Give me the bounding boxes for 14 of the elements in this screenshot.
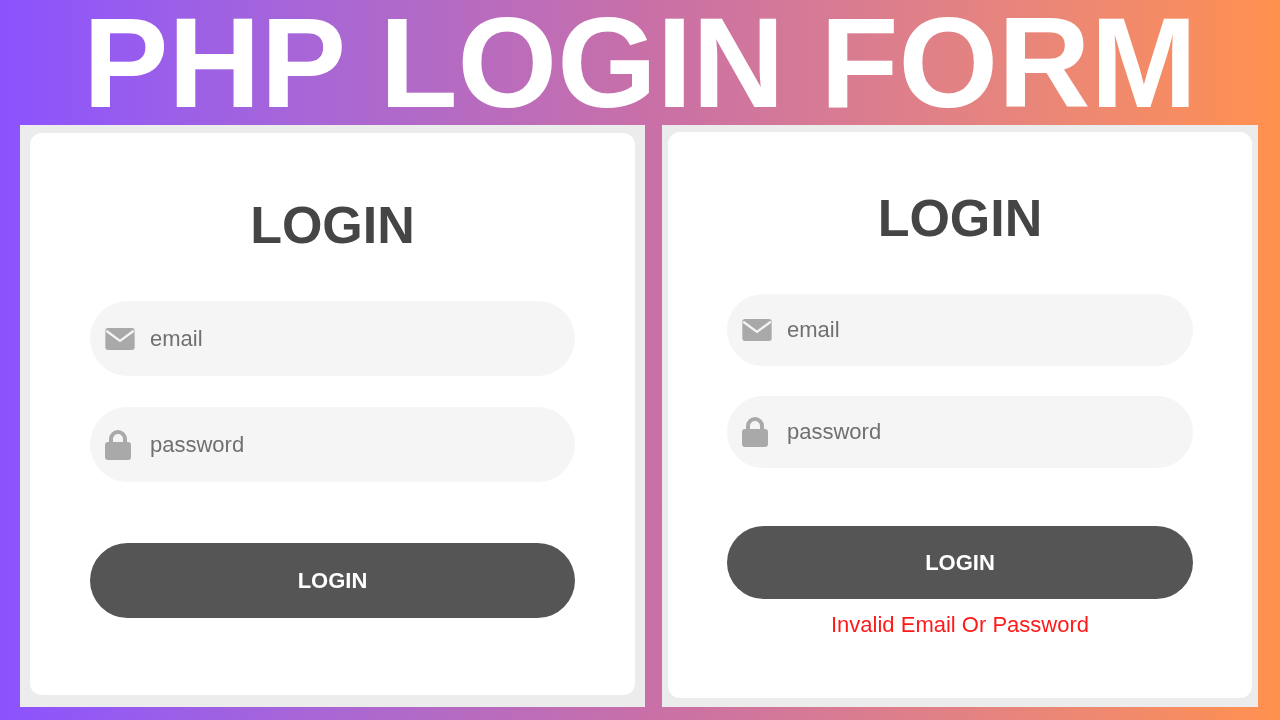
envelope-icon [742,319,772,341]
page-title: PHP LOGIN FORM [82,0,1198,125]
padlock-icon [105,429,131,460]
password-field[interactable]: password [727,396,1193,468]
password-field[interactable]: password [90,407,575,482]
login-heading: LOGIN [250,195,415,255]
login-button[interactable]: LOGIN [90,543,575,618]
envelope-icon [105,327,135,350]
email-field[interactable]: email [727,294,1193,366]
login-heading: LOGIN [877,188,1043,248]
email-field[interactable]: email [90,301,575,376]
padlock-icon [742,417,768,447]
login-button[interactable]: LOGIN [727,526,1193,599]
error-message: Invalid Email Or Password [831,612,1089,638]
